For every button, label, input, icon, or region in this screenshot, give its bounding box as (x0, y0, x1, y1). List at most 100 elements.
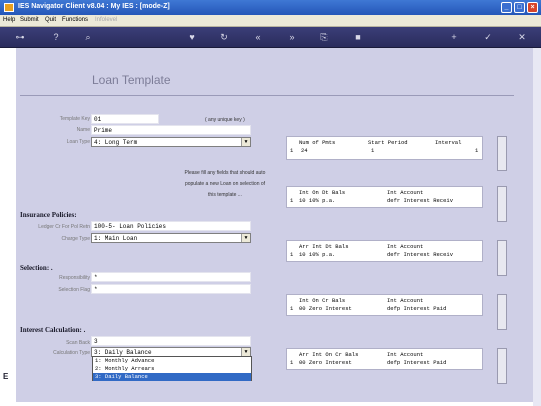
loan-type-label: Loan Type (66, 139, 90, 145)
page-title: Loan Template (92, 73, 171, 87)
add-icon[interactable]: + (448, 32, 460, 43)
toolbar: ⊶ ? ⌕ ♥ ↻ « » ⎘ ■ + ✓ ✕ (0, 27, 541, 48)
chevron-down-icon[interactable]: ▼ (241, 138, 250, 146)
col-int-dt: Int On Dt Bals (299, 189, 346, 196)
row-index: 1 (290, 147, 294, 154)
dt-interest-grid: Int On Dt Bals Int Account 1 10 10% p.a.… (286, 186, 483, 208)
col-int-account: Int Account (387, 243, 424, 250)
hint-line-1: Please fill any fields that should auto (184, 170, 266, 176)
calc-type-label: Calculation Type (53, 350, 90, 356)
row-index: 1 (290, 197, 294, 204)
insurance-heading: Insurance Policies: (20, 211, 77, 219)
menu-bar: Help Submit Quit Functions Infolevel (0, 15, 541, 27)
accept-icon[interactable]: ✓ (482, 32, 494, 43)
title-bar: IES Navigator Client v8.04 : My IES : [m… (0, 0, 541, 15)
minimize-button[interactable]: _ (501, 2, 512, 13)
arr-dt-interest-grid: Arr Int Dt Bals Int Account 1 10 10% p.a… (286, 240, 483, 262)
int-account-value[interactable]: defr Interest Receiv (387, 251, 453, 258)
arr-cr-interest-grid: Arr Int On Cr Bals Int Account 1 00 Zero… (286, 348, 483, 370)
help-icon[interactable]: ? (50, 32, 62, 43)
arr-int-dt-value[interactable]: 10 10% p.a. (299, 251, 335, 258)
payments-grid-scroll[interactable] (497, 136, 507, 171)
col-int-cr: Int On Cr Bals (299, 297, 346, 304)
name-field[interactable]: Prime (91, 125, 251, 135)
interval-value[interactable]: 1 (475, 147, 478, 154)
menu-functions[interactable]: Functions (62, 17, 88, 23)
col-start-period: Start Period (368, 139, 408, 146)
arr-cr-grid-scroll[interactable] (497, 348, 507, 384)
calc-type-value: 3: Daily Balance (94, 349, 152, 356)
loan-type-value: 4: Long Term (94, 139, 138, 146)
col-num-pmts: Num of Pmts (299, 139, 336, 146)
scan-back-label: Scan Back (66, 340, 90, 346)
charge-type-select[interactable]: 1: Main Loan ▼ (91, 233, 251, 243)
scrollbar[interactable] (533, 48, 541, 406)
num-pmts-value[interactable]: 24 (301, 147, 308, 154)
menu-help[interactable]: Help (3, 17, 15, 23)
row-index: 1 (290, 359, 294, 366)
key-icon[interactable]: ⊶ (8, 32, 32, 43)
row-index: 1 (290, 251, 294, 258)
favorite-icon[interactable]: ♥ (186, 32, 198, 43)
cr-grid-scroll[interactable] (497, 294, 507, 330)
scan-back-field[interactable]: 3 (91, 336, 251, 346)
loan-type-select[interactable]: 4: Long Term ▼ (91, 137, 251, 147)
window-title: IES Navigator Client v8.04 : My IES : [m… (18, 3, 170, 10)
first-record-icon[interactable]: « (252, 32, 264, 43)
chevron-down-icon[interactable]: ▼ (241, 234, 250, 242)
int-cr-value[interactable]: 00 Zero Interest (299, 305, 352, 312)
option-monthly-arrears[interactable]: 2: Monthly Arrears (93, 365, 251, 373)
col-int-account: Int Account (387, 297, 424, 304)
last-record-icon[interactable]: » (286, 32, 298, 43)
copy-icon[interactable]: ⎘ (318, 32, 330, 43)
cr-interest-grid: Int On Cr Bals Int Account 1 00 Zero Int… (286, 294, 483, 316)
responsibility-label: Responsibility (59, 275, 90, 281)
app-logo-icon (4, 3, 14, 12)
ledger-field[interactable]: 100-5- Loan Policies (91, 221, 251, 231)
ledger-label: Ledger Cr For Pol Retn (38, 224, 90, 230)
dt-grid-scroll[interactable] (497, 186, 507, 222)
title-divider (20, 95, 514, 96)
col-arr-int-cr: Arr Int On Cr Bals (299, 351, 359, 358)
responsibility-field[interactable]: * (91, 272, 251, 282)
int-dt-value[interactable]: 10 10% p.a. (299, 197, 335, 204)
charge-type-value: 1: Main Loan (94, 235, 138, 242)
side-marker-icon: E (3, 372, 11, 388)
option-monthly-advance[interactable]: 1: Monthly Advance (93, 357, 251, 365)
col-arr-int-dt: Arr Int Dt Bals (299, 243, 349, 250)
charge-type-label: Charge Type (61, 236, 90, 242)
unique-hint: ( any unique key ) (205, 117, 245, 123)
cancel-icon[interactable]: ✕ (516, 32, 528, 43)
template-key-label: Template Key (59, 116, 90, 122)
selection-heading: Selection: . (20, 264, 53, 272)
menu-quit[interactable]: Quit (45, 17, 56, 23)
hint-line-3: this template ... (208, 192, 242, 198)
menu-infolevel: Infolevel (95, 17, 118, 23)
menu-submit[interactable]: Submit (20, 17, 39, 23)
arr-grid-scroll[interactable] (497, 240, 507, 276)
option-daily-balance[interactable]: 3: Daily Balance (93, 373, 251, 381)
row-index: 1 (290, 305, 294, 312)
col-int-account: Int Account (387, 351, 424, 358)
col-interval: Interval (435, 139, 462, 146)
selection-flag-field[interactable]: * (91, 284, 251, 294)
delete-icon[interactable]: ■ (352, 32, 364, 43)
chevron-down-icon[interactable]: ▼ (241, 348, 250, 356)
maximize-button[interactable]: □ (514, 2, 525, 13)
template-key-field[interactable]: 01 (91, 114, 159, 124)
calc-type-dropdown: 1: Monthly Advance 2: Monthly Arrears 3:… (92, 356, 252, 381)
payments-grid: Num of Pmts Start Period Interval 1 24 1… (286, 136, 483, 160)
int-account-value[interactable]: defp Interest Paid (387, 305, 446, 312)
close-button[interactable]: × (527, 2, 538, 13)
hint-line-2: populate a new Loan on selection of (184, 181, 266, 187)
start-period-value[interactable]: 1 (371, 147, 374, 154)
arr-int-cr-value[interactable]: 00 Zero Interest (299, 359, 352, 366)
selection-flag-label: Selection Flag (58, 287, 90, 293)
int-account-value[interactable]: defp Interest Paid (387, 359, 446, 366)
refresh-icon[interactable]: ↻ (218, 32, 230, 43)
search-icon[interactable]: ⌕ (82, 32, 94, 43)
interest-heading: Interest Calculation: . (20, 326, 86, 334)
int-account-value[interactable]: defr Interest Receiv (387, 197, 453, 204)
col-int-account: Int Account (387, 189, 424, 196)
name-label: Name (76, 127, 90, 133)
